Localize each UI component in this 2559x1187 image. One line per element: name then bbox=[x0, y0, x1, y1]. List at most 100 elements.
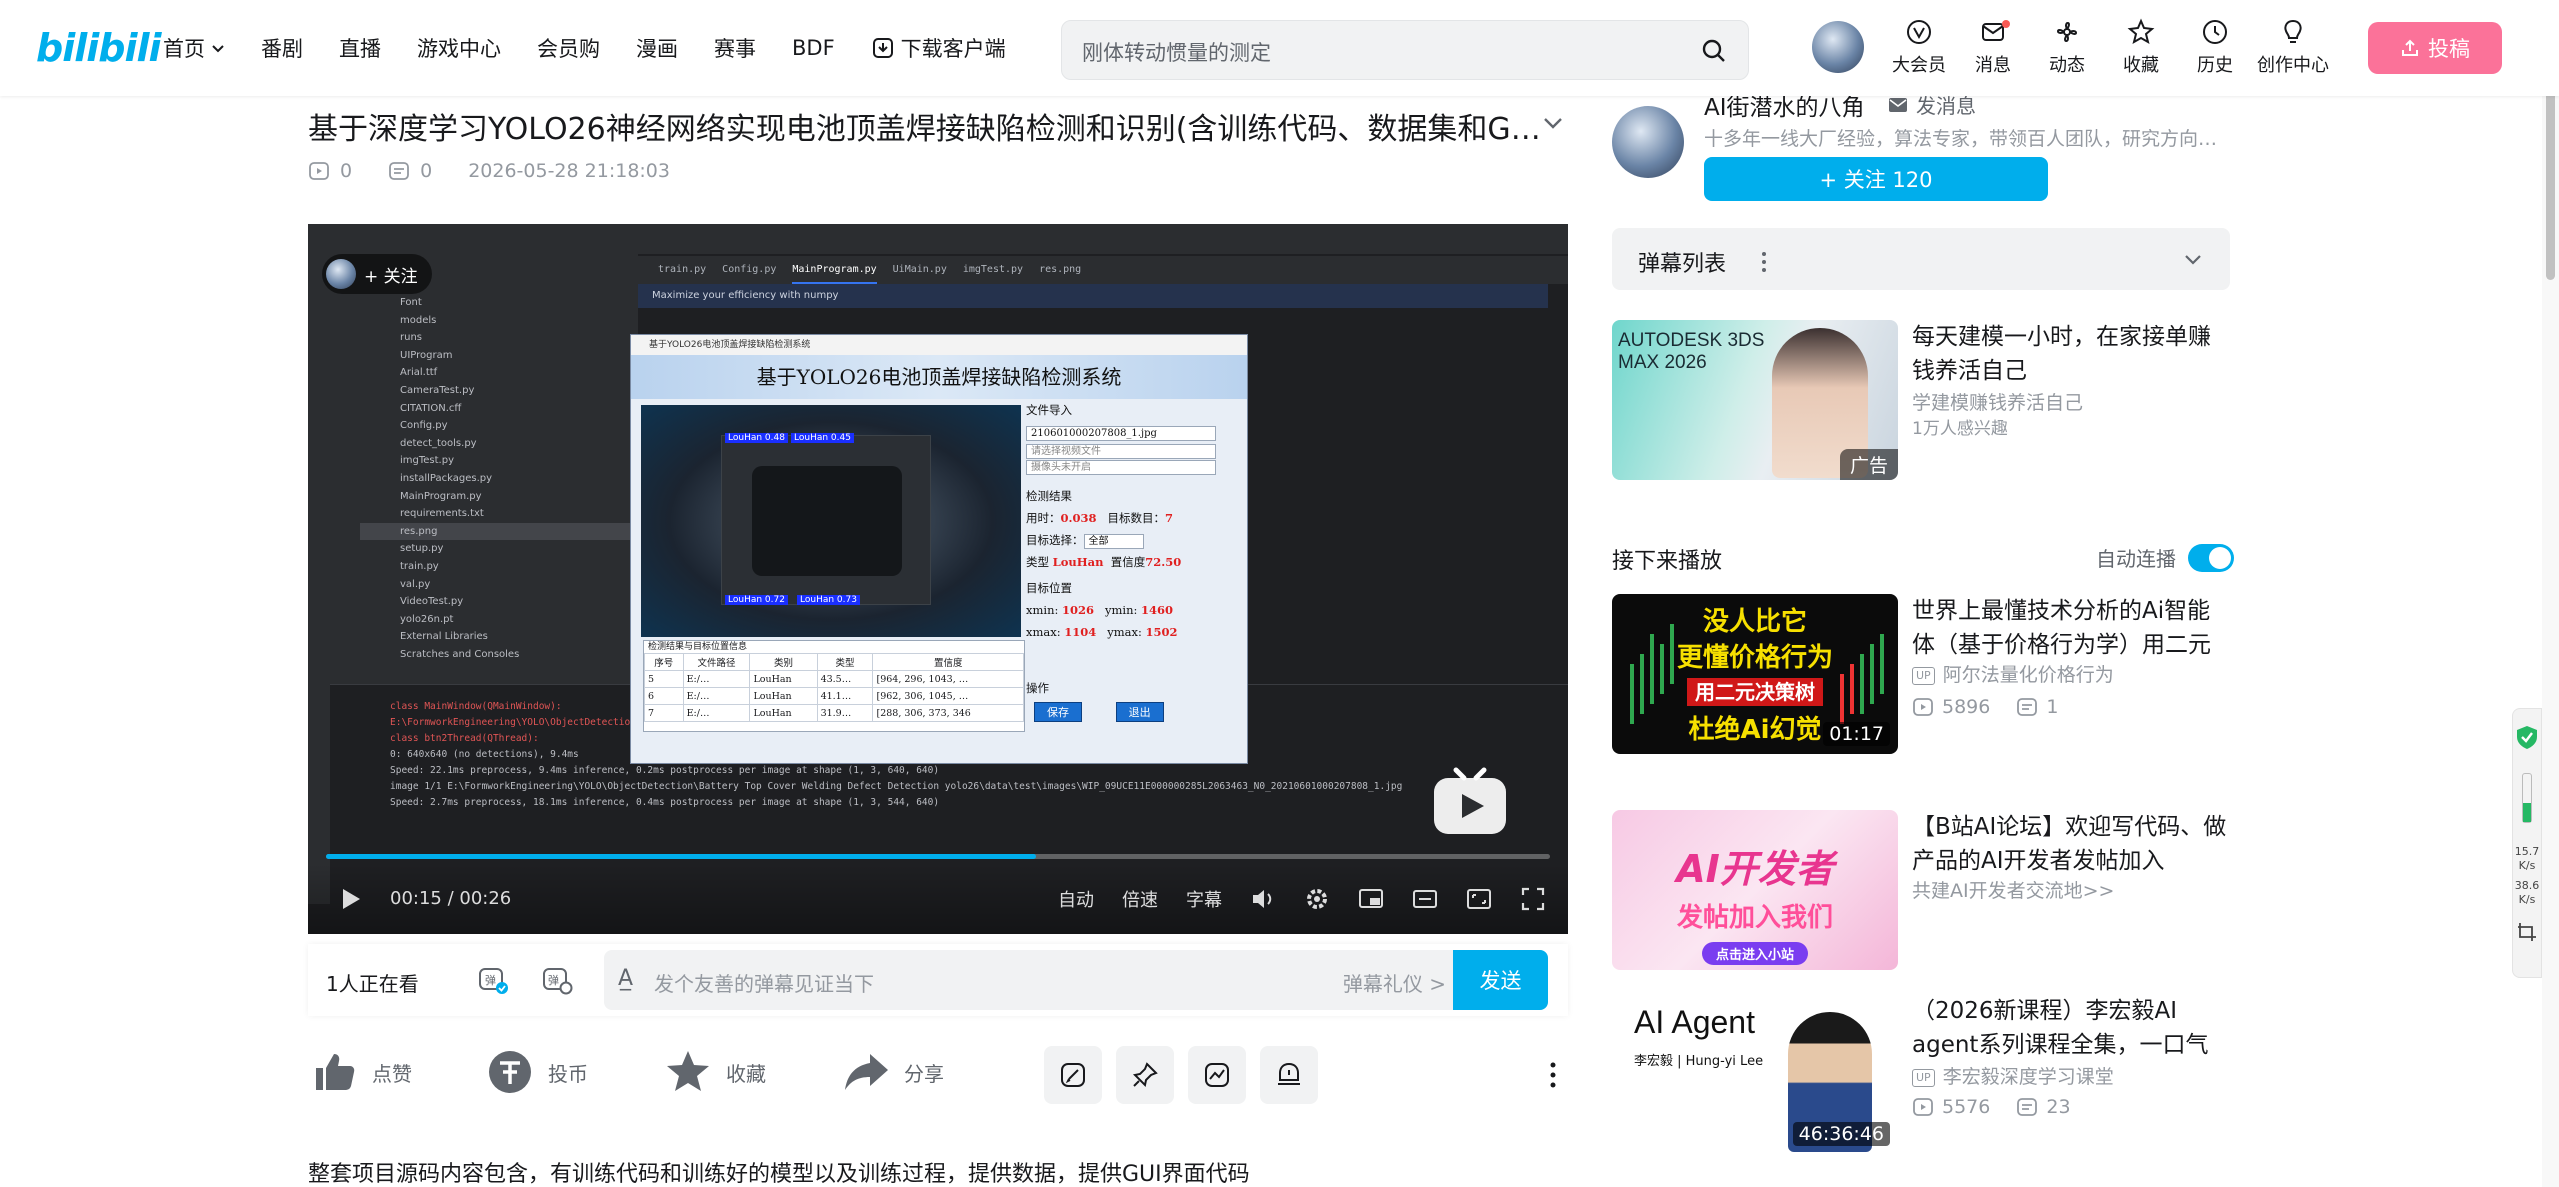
console-line: Speed: 22.1ms preprocess, 9.4ms inferenc… bbox=[390, 765, 940, 776]
table-cell: LouHan bbox=[749, 670, 818, 688]
follow-button[interactable]: + 关注 120 bbox=[1704, 157, 2048, 201]
settings-icon[interactable] bbox=[1304, 886, 1330, 912]
web-fullscreen-icon[interactable] bbox=[1466, 886, 1492, 912]
chevron-down-icon[interactable] bbox=[2182, 248, 2204, 270]
send-danmaku-button[interactable]: 发送 bbox=[1453, 950, 1548, 1010]
recommend-card[interactable]: AI开发者 发帖加入我们 点击进入小站 【B站AI论坛】欢迎写代码、做产品的AI… bbox=[1612, 810, 2230, 970]
play-icon[interactable] bbox=[338, 886, 364, 912]
table-cell: 31.9… bbox=[816, 704, 874, 722]
table-body: 5 E:/… LouHan 43.5… [964, 296, 1043, … 6 E:/… L… bbox=[644, 670, 1024, 722]
ad-thumbnail[interactable]: AUTODESK 3DS MAX 2026 广告 bbox=[1612, 320, 1898, 480]
ide-tab: Config.py bbox=[722, 264, 777, 275]
vip-entry[interactable]: 大会员 bbox=[1882, 18, 1956, 77]
autoplay-switch[interactable] bbox=[2188, 543, 2234, 572]
screenshot-icon[interactable] bbox=[2516, 921, 2538, 943]
svg-text:弹: 弹 bbox=[548, 973, 559, 987]
user-avatar[interactable] bbox=[1812, 21, 1864, 73]
video-thumbnail[interactable]: AI Agent 李宏毅 | Hung-yi Lee 46:36:46 bbox=[1612, 994, 1898, 1154]
upload-speed-unit: K/s bbox=[2518, 859, 2536, 872]
autoplay-toggle[interactable]: 自动连播 bbox=[2096, 543, 2234, 572]
danmaku-input[interactable]: A̲ 发个友善的弹幕见证当下 弹幕礼仪 > bbox=[604, 950, 1460, 1010]
favorite-button[interactable]: 收藏 bbox=[664, 1048, 766, 1096]
quality-button[interactable]: 自动 bbox=[1058, 886, 1094, 912]
nav-bdf[interactable]: BDF bbox=[792, 33, 835, 63]
xmin-label: xmin: bbox=[1026, 603, 1059, 617]
recommend-card[interactable]: AI Agent 李宏毅 | Hung-yi Lee 46:36:46 （202… bbox=[1612, 994, 2230, 1154]
report-button[interactable] bbox=[1260, 1046, 1318, 1104]
thumb-text: 更懂价格行为 bbox=[1676, 643, 1833, 673]
dynamic-entry[interactable]: 动态 bbox=[2030, 18, 2104, 77]
nav-mall[interactable]: 会员购 bbox=[537, 33, 600, 63]
time-label: 用时： bbox=[1026, 511, 1061, 525]
table-header-cell: 文件路径 bbox=[682, 653, 751, 671]
autoplay-label: 自动连播 bbox=[2096, 547, 2176, 571]
forum-link[interactable]: 共建AI开发者交流地>> bbox=[1912, 876, 2114, 903]
uploader-line[interactable]: UP 阿尔法量化价格行为 bbox=[1912, 660, 2114, 687]
search-icon[interactable] bbox=[1700, 37, 1728, 65]
video-title-link[interactable]: 【B站AI论坛】欢迎写代码、做产品的AI开发者发帖加入 bbox=[1912, 810, 2230, 878]
chart-button[interactable] bbox=[1188, 1046, 1246, 1104]
share-icon bbox=[845, 1054, 888, 1090]
nav-home[interactable]: 首页 bbox=[163, 33, 225, 63]
ad-title[interactable]: 每天建模一小时，在家接单赚钱养活自己 bbox=[1912, 320, 2230, 388]
video-player[interactable]: Font models runs UIProgram Arial.ttf CameraTe… bbox=[308, 224, 1568, 934]
nav-anime[interactable]: 番剧 bbox=[261, 33, 303, 63]
progress-bar[interactable] bbox=[326, 854, 1550, 859]
creator-center-entry[interactable]: 创作中心 bbox=[2252, 18, 2334, 77]
subtitle-button[interactable]: 字幕 bbox=[1186, 886, 1222, 912]
search-box[interactable]: 刚体转动惯量的测定 bbox=[1061, 20, 1749, 80]
danmaku-count-icon bbox=[2017, 1098, 2038, 1116]
speed-button[interactable]: 倍速 bbox=[1122, 886, 1158, 912]
ad-card[interactable]: AUTODESK 3DS MAX 2026 广告 每天建模一小时，在家接单赚钱养… bbox=[1612, 320, 2230, 480]
player-follow-chip[interactable]: + 关注 bbox=[322, 254, 432, 294]
coin-icon bbox=[489, 1051, 531, 1093]
chevron-down-icon[interactable] bbox=[1540, 110, 1566, 136]
danmaku-etiquette-link[interactable]: 弹幕礼仪 > bbox=[1343, 968, 1446, 997]
more-options-icon[interactable] bbox=[1548, 1060, 1558, 1090]
network-speed-widget[interactable]: 15.7 K/s 38.6 K/s bbox=[2512, 708, 2542, 978]
video-title-link[interactable]: （2026新课程）李宏毅AI agent系列课程全集，一口气带你从零入门 bbox=[1912, 994, 2230, 1062]
count-label: 目标数目： bbox=[1107, 511, 1165, 525]
nav-live[interactable]: 直播 bbox=[339, 33, 381, 63]
coin-button[interactable]: 投币 bbox=[486, 1048, 588, 1096]
note-button[interactable] bbox=[1044, 1046, 1102, 1104]
text-style-icon[interactable]: A̲ bbox=[618, 966, 633, 991]
star-icon bbox=[2127, 18, 2155, 45]
bilibili-logo[interactable]: bilibili bbox=[36, 26, 162, 70]
widescreen-icon[interactable] bbox=[1412, 886, 1438, 912]
danmaku-settings-icon[interactable]: 弹 bbox=[540, 962, 574, 996]
nav-manga[interactable]: 漫画 bbox=[636, 33, 678, 63]
page-scrollbar[interactable] bbox=[2542, 0, 2559, 1187]
favorites-entry[interactable]: 收藏 bbox=[2104, 18, 2178, 77]
danmaku-toggle-icon[interactable]: 弹 bbox=[476, 962, 510, 996]
pin-button[interactable] bbox=[1116, 1046, 1174, 1104]
pip-icon[interactable] bbox=[1358, 886, 1384, 912]
search-input[interactable]: 刚体转动惯量的测定 bbox=[1082, 37, 1271, 67]
fullscreen-icon[interactable] bbox=[1520, 886, 1546, 912]
nav-game-center[interactable]: 游戏中心 bbox=[417, 33, 501, 63]
video-thumbnail[interactable]: 没人比它 更懂价格行为 用二元决策树 杜绝Ai幻觉 01:17 bbox=[1612, 594, 1898, 754]
video-thumbnail[interactable]: AI开发者 发帖加入我们 点击进入小站 bbox=[1612, 810, 1898, 970]
volume-icon[interactable] bbox=[1250, 886, 1276, 912]
xmax-value: 1104 bbox=[1064, 625, 1097, 639]
message-entry[interactable]: 消息 bbox=[1956, 18, 2030, 77]
like-button[interactable]: 点赞 bbox=[310, 1048, 412, 1096]
history-entry[interactable]: 历史 bbox=[2178, 18, 2252, 77]
recommend-card[interactable]: 没人比它 更懂价格行为 用二元决策树 杜绝Ai幻觉 01:17 世界上最懂技术分… bbox=[1612, 594, 2230, 754]
vip-icon bbox=[1907, 20, 1931, 44]
svg-text:弹: 弹 bbox=[485, 973, 496, 987]
more-options-icon[interactable] bbox=[1760, 250, 1768, 274]
ide-tree-item: detect_tools.py bbox=[400, 437, 477, 449]
nav-download-client[interactable]: 下载客户端 bbox=[871, 33, 1006, 63]
xmin-value: 1026 bbox=[1062, 603, 1095, 617]
download-icon bbox=[872, 38, 893, 58]
upload-button[interactable]: 投稿 bbox=[2368, 22, 2502, 74]
tv-play-icon[interactable] bbox=[1428, 756, 1512, 840]
uploader-avatar[interactable] bbox=[1612, 106, 1684, 178]
share-button[interactable]: 分享 bbox=[842, 1048, 944, 1096]
video-title-link[interactable]: 世界上最懂技术分析的Ai智能体（基于价格行为学）用二元决策树杜绝Ai幻觉 bbox=[1912, 594, 2230, 662]
ide-tree-item: requirements.txt bbox=[400, 508, 484, 520]
danmaku-list-header[interactable]: 弹幕列表 bbox=[1612, 228, 2230, 290]
nav-match[interactable]: 赛事 bbox=[714, 33, 756, 63]
uploader-line[interactable]: UP 李宏毅深度学习课堂 bbox=[1912, 1062, 2114, 1089]
